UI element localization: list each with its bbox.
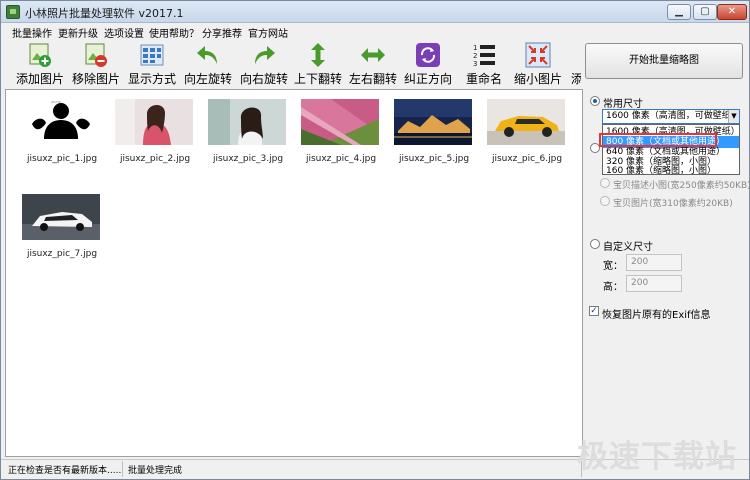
image-preview-4 — [301, 99, 379, 145]
window-title: 小林照片批量处理软件 v2017.1 — [25, 7, 184, 20]
status-divider — [122, 461, 123, 477]
remove-image-icon — [85, 43, 107, 67]
image-preview-7 — [22, 194, 100, 240]
add-image-label: 添加图片 — [15, 72, 64, 86]
exif-checkbox[interactable]: ✓ — [589, 306, 599, 316]
custom-size-label: 自定义尺寸 — [603, 242, 653, 253]
display-mode-button[interactable]: 显示方式 — [125, 42, 179, 86]
height-input[interactable]: 200 — [626, 275, 682, 292]
flip-vertical-label: 上下翻转 — [293, 72, 342, 86]
rotate-left-button[interactable]: 向左旋转 — [181, 42, 235, 86]
image-filename: jisuxz_pic_6.jpg — [491, 154, 563, 164]
image-filename: jisuxz_pic_1.jpg — [26, 154, 98, 164]
flip-horizontal-button[interactable]: 左右翻转 — [346, 42, 400, 86]
image-list-panel[interactable]: JISUXZ jisuxz_pic_1.jpg jisuxz_pic_2.jpg — [5, 89, 583, 457]
maximize-button[interactable]: ▢ — [693, 4, 717, 20]
width-label: 宽： — [603, 261, 623, 272]
shrink-image-label: 缩小图片 — [513, 72, 562, 86]
image-preview-3 — [208, 99, 286, 145]
add-watermark-button-partial[interactable]: 添 — [567, 42, 581, 86]
partial-tool-icon — [570, 42, 581, 68]
size-option[interactable]: 160 像素（缩略图，小图） — [603, 165, 739, 177]
rotate-left-icon — [197, 46, 217, 64]
rename-icon: 1 2 3 — [473, 44, 495, 68]
rotate-right-icon — [255, 46, 275, 64]
app-icon — [6, 5, 20, 19]
image-preview-2 — [115, 99, 193, 145]
image-thumbnail[interactable]: jisuxz_pic_3.jpg — [208, 99, 288, 164]
height-label: 高： — [603, 282, 623, 293]
rotate-right-label: 向右旋转 — [239, 72, 288, 86]
rotate-right-button[interactable]: 向右旋转 — [237, 42, 291, 86]
status-update-check: 正在检查是否有最新版本..... — [8, 466, 122, 476]
display-mode-icon — [140, 44, 164, 66]
remove-image-label: 移除图片 — [71, 72, 120, 86]
common-size-label: 常用尺寸 — [603, 99, 643, 110]
image-filename: jisuxz_pic_3.jpg — [212, 154, 284, 164]
exif-label: 恢复图片原有的Exif信息 — [602, 310, 711, 321]
image-filename: jisuxz_pic_2.jpg — [119, 154, 191, 164]
display-mode-label: 显示方式 — [127, 72, 176, 86]
flip-horizontal-icon — [361, 48, 385, 62]
svg-text:JISUXZ: JISUXZ — [50, 100, 61, 104]
correct-orientation-button[interactable]: 纠正方向 — [401, 42, 455, 86]
app-window: 小林照片批量处理软件 v2017.1 ▁ ▢ ✕ 批量操作 更新升级 选项设置 … — [0, 0, 750, 480]
size-select-value: 1600 像素（高清图，可做壁纸） — [606, 111, 740, 121]
image-thumbnail[interactable]: jisuxz_pic_5.jpg — [394, 99, 474, 164]
watermark-logo: 极速下载站 — [577, 439, 737, 475]
image-preview-6 — [487, 99, 565, 145]
menu-update[interactable]: 更新升级 — [58, 25, 98, 40]
rename-label: 重命名 — [465, 72, 502, 86]
width-input[interactable]: 200 — [626, 254, 682, 271]
image-thumbnail[interactable]: jisuxz_pic_2.jpg — [115, 99, 195, 164]
taobao-pic-radio[interactable] — [600, 196, 610, 206]
highlight-box — [599, 133, 717, 147]
svg-text:1: 1 — [473, 44, 477, 52]
image-preview-5 — [394, 99, 472, 145]
title-bar[interactable]: 小林照片批量处理软件 v2017.1 ▁ ▢ ✕ — [1, 1, 749, 23]
svg-text:2: 2 — [473, 52, 477, 60]
menu-share[interactable]: 分享推荐 — [202, 25, 242, 40]
rename-button[interactable]: 1 2 3 重命名 — [459, 42, 509, 86]
flip-horizontal-label: 左右翻转 — [348, 72, 397, 86]
correct-orientation-label: 纠正方向 — [403, 72, 452, 86]
taobao-desc-radio[interactable] — [600, 178, 610, 188]
menu-help[interactable]: 使用帮助？ — [149, 25, 199, 40]
taobao-desc-label: 宝贝描述小图(宽250像素约50KB) — [613, 181, 750, 191]
image-filename: jisuxz_pic_7.jpg — [26, 249, 98, 259]
shrink-image-icon — [525, 42, 551, 68]
add-image-icon — [29, 43, 51, 67]
menu-bar: 批量操作 更新升级 选项设置 使用帮助？ 分享推荐 官方网站 — [1, 23, 749, 40]
add-image-button[interactable]: 添加图片 — [13, 42, 67, 86]
taobao-pic-label: 宝贝图片(宽310像素约20KB) — [613, 199, 733, 209]
image-thumbnail[interactable]: jisuxz_pic_7.jpg — [22, 194, 102, 259]
shrink-image-button[interactable]: 缩小图片 — [511, 42, 565, 86]
custom-size-radio[interactable] — [590, 239, 600, 249]
chevron-down-icon[interactable]: ▼ — [728, 110, 739, 123]
image-preview-1: JISUXZ — [22, 99, 100, 145]
image-filename: jisuxz_pic_5.jpg — [398, 154, 470, 164]
image-filename: jisuxz_pic_4.jpg — [305, 154, 377, 164]
image-thumbnail[interactable]: JISUXZ jisuxz_pic_1.jpg — [22, 99, 102, 164]
minimize-button[interactable]: ▁ — [667, 4, 691, 20]
remove-image-button[interactable]: 移除图片 — [69, 42, 123, 86]
menu-batch[interactable]: 批量操作 — [12, 25, 52, 40]
image-thumbnail[interactable]: jisuxz_pic_6.jpg — [487, 99, 567, 164]
correct-orientation-icon — [416, 43, 440, 67]
svg-text:3: 3 — [473, 60, 477, 68]
size-dropdown-list: 1600 像素（高清图，可做壁纸） 800 像素（文档或其他用途） 640 像素… — [602, 124, 740, 177]
toolbar: 添加图片 移除图片 显示方式 向左旋转 向右旋转 上下翻转 左右翻转 纠正方向 … — [1, 40, 581, 87]
start-batch-thumbnail-button[interactable]: 开始批量缩略图 — [585, 43, 743, 79]
common-size-radio[interactable] — [590, 96, 600, 106]
partial-tool-label: 添 — [570, 72, 581, 86]
close-button[interactable]: ✕ — [717, 4, 747, 20]
menu-options[interactable]: 选项设置 — [104, 25, 144, 40]
size-select[interactable]: 1600 像素（高清图，可做壁纸） ▼ — [602, 109, 740, 124]
image-thumbnail[interactable]: jisuxz_pic_4.jpg — [301, 99, 381, 164]
status-batch-result: 批量处理完成 — [128, 466, 183, 476]
flip-vertical-icon — [311, 43, 325, 67]
rotate-left-label: 向左旋转 — [183, 72, 232, 86]
flip-vertical-button[interactable]: 上下翻转 — [291, 42, 345, 86]
menu-website[interactable]: 官方网站 — [248, 25, 288, 40]
